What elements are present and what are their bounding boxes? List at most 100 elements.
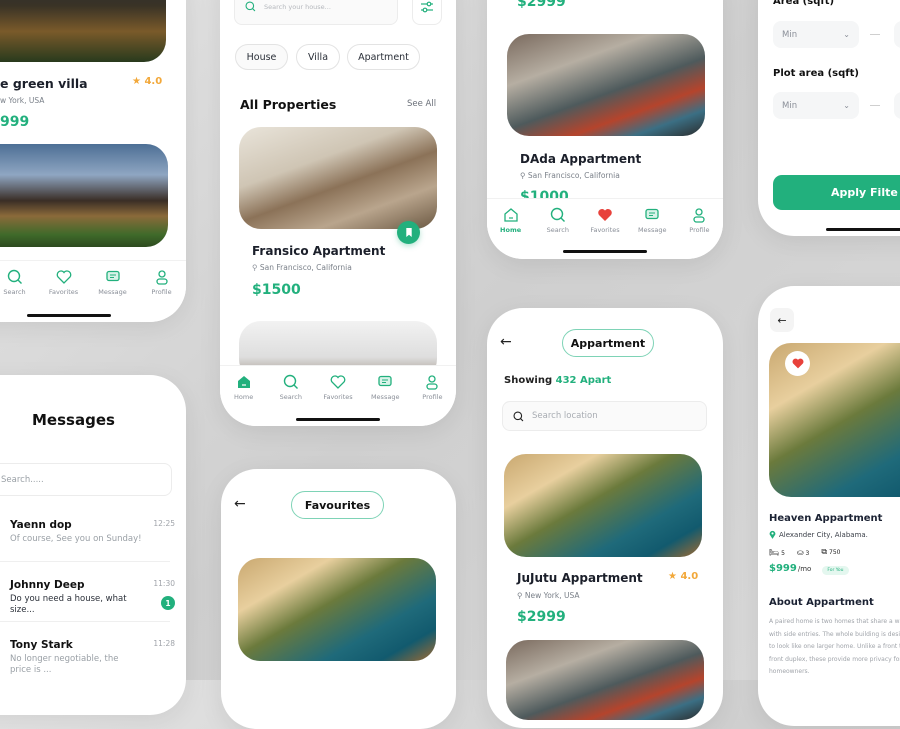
property-location: w York, USA [0,96,45,105]
apartment-title: Appartment [562,329,654,357]
property-price: $2999 [517,609,566,625]
location-search-input[interactable]: Search location [502,401,707,431]
nav-home[interactable]: Home [487,207,534,234]
bookmark-icon [405,228,412,237]
location-pin-icon: ⚲ [252,263,258,272]
search-icon [245,1,256,12]
nav-profile[interactable]: Profile [409,374,456,401]
sliders-icon [421,1,433,12]
property-photo[interactable] [507,34,705,136]
modern-house-photo[interactable] [0,144,168,247]
section-title: All Properties [240,97,337,112]
messages-search-input[interactable]: Search..... [0,463,172,496]
area-icon: ⧉ [821,547,828,556]
home-screen: Search your house... House Villa Apartme… [220,0,456,426]
profile-icon [693,208,706,223]
see-all-link[interactable]: See All [407,99,436,109]
message-icon [645,208,659,220]
showing-count: Showing 432 Apart [504,375,612,386]
nav-search[interactable]: Search [267,374,314,401]
property-title[interactable]: JuJutu Appartment [517,571,643,585]
badge: For You [822,566,849,575]
back-arrow-icon[interactable]: ← [234,496,246,512]
bottom-nav: Search Favorites Message Profile [0,260,186,322]
property-photo[interactable] [504,454,702,557]
property-title[interactable]: e green villa [0,76,88,91]
area-min-select[interactable]: Min ⌄ [773,21,859,48]
favourites-screen: ← Favourites [221,469,456,729]
divider [0,621,170,622]
heart-filled-icon [598,209,612,221]
home-indicator [826,228,900,231]
back-button[interactable]: ← [770,308,794,332]
property-title[interactable]: DAda Appartment [520,152,641,166]
profile-icon [155,270,168,285]
nav-profile[interactable]: Profile [676,207,723,234]
favorite-button[interactable] [785,351,810,376]
filter-button[interactable] [412,0,442,25]
apply-filter-button[interactable]: Apply Filte [773,175,900,210]
search-input[interactable]: Search your house... [234,0,398,25]
bath-spec: ⛀ 3 [796,547,810,557]
plot-max-select[interactable] [894,92,900,119]
property-photo[interactable] [239,127,437,229]
nav-message[interactable]: Message [89,269,137,296]
message-icon [105,270,120,282]
property-photo[interactable] [238,558,436,661]
rating: ★ 4.0 [668,571,699,582]
nav-search[interactable]: Search [0,269,39,296]
back-arrow-icon[interactable]: ← [500,334,512,350]
message-item[interactable]: Tony Stark No longer negotiable, the pri… [10,639,175,676]
nav-favorites[interactable]: Favorites [314,374,361,401]
detail-screen: ← www.25xt.com Heaven Appartment Alexand… [758,286,900,726]
divider [0,561,170,562]
home-indicator [296,418,380,421]
home-indicator [27,314,111,317]
about-text: A paired home is two homes that share a … [769,618,900,675]
message-icon [378,375,392,387]
nav-favorites[interactable]: Favorites [581,207,628,234]
bookmark-button[interactable] [397,221,420,244]
star-icon: ★ [668,571,677,582]
range-dash [870,34,880,35]
unread-badge: 1 [161,596,175,610]
heart-icon [330,375,346,389]
watermark: www.25xt.com [762,330,885,346]
search-icon [283,374,298,389]
apartment-list-screen: ← Appartment Showing 432 Apart Search lo… [487,308,723,728]
nav-message[interactable]: Message [629,207,676,234]
property-title[interactable]: Fransico Apartment [252,244,385,258]
nav-search[interactable]: Search [534,207,581,234]
location-pin-icon: ⚲ [520,171,526,180]
property-location: ⚲ San Francisco, California [520,171,620,180]
property-price: 999 [0,114,30,130]
filter-screen: Area (sqft) Min ⌄ Plot area (sqft) Min ⌄… [758,0,900,236]
back-arrow-icon: ← [777,313,787,327]
category-villa[interactable]: Villa [296,44,340,70]
nav-home[interactable]: Home [220,374,267,401]
property-title: Heaven Appartment [769,513,883,524]
message-item[interactable]: Johnny Deep Do you need a house, what si… [10,579,175,616]
messages-title: Messages [32,411,115,429]
home-icon [503,208,518,222]
plot-area-label: Plot area (sqft) [773,68,859,79]
category-apartment[interactable]: Apartment [347,44,420,70]
villa-list-screen: e green villa ★ 4.0 w York, USA 999 Sear… [0,0,186,322]
property-price: $1500 [252,282,301,298]
villa-photo[interactable] [0,0,166,62]
property-photo-2[interactable] [506,640,704,720]
property-location: Alexander City, Alabama. [769,530,868,539]
message-item[interactable]: Yaenn dop Of course, See you on Sunday! … [10,519,175,545]
plot-min-select[interactable]: Min ⌄ [773,92,859,119]
category-house[interactable]: House [235,44,288,70]
search-icon [513,410,524,421]
nav-message[interactable]: Message [362,374,409,401]
nav-favorites[interactable]: Favorites [40,269,88,296]
bed-spec: 🛏︎ 5 [769,547,785,557]
messages-screen: Messages Search..... Yaenn dop Of course… [0,375,186,715]
area-max-select[interactable] [894,21,900,48]
heart-icon [56,270,71,284]
range-dash [870,105,880,106]
rating: ★ 4.0 [132,76,163,87]
nav-profile[interactable]: Profile [138,269,186,296]
